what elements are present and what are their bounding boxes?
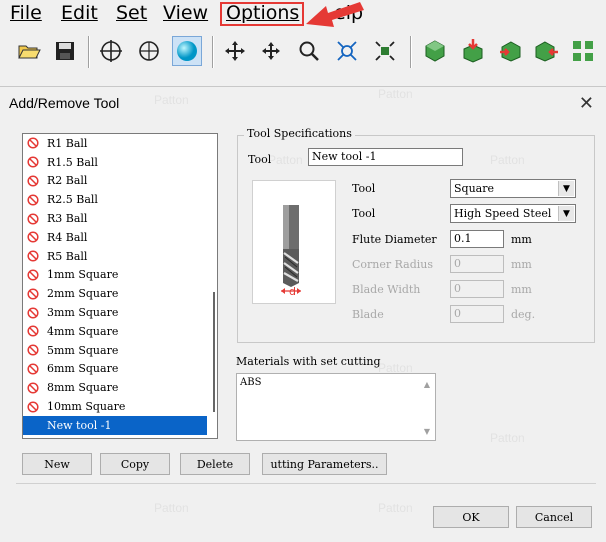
- flute-diameter-input[interactable]: 0.1: [450, 230, 504, 248]
- tool-list[interactable]: R1 Ball R1.5 Ball R2 Ball R2.5 Ball R3 Ball R…: [22, 133, 218, 439]
- list-item[interactable]: 1mm Square: [23, 266, 217, 285]
- cube-right-icon[interactable]: [496, 36, 526, 66]
- close-icon[interactable]: ✕: [579, 93, 594, 114]
- prohibited-icon: [27, 213, 39, 225]
- group-legend: Tool Specifications: [244, 127, 355, 140]
- corner-unit: mm: [511, 258, 532, 271]
- list-item[interactable]: 4mm Square: [23, 322, 217, 341]
- divider: [16, 483, 596, 484]
- list-item[interactable]: R5 Ball: [23, 247, 217, 266]
- materials-list[interactable]: ABS ▲ ▼: [236, 373, 436, 441]
- add-remove-tool-dialog: Add/Remove Tool ✕ Patton Patton Patton P…: [0, 86, 606, 542]
- prohibited-icon: [27, 344, 39, 356]
- list-item[interactable]: 6mm Square: [23, 360, 217, 379]
- ok-button[interactable]: OK: [433, 506, 509, 528]
- list-item[interactable]: 2mm Square: [23, 284, 217, 303]
- blade-width-unit: mm: [511, 283, 532, 296]
- list-item-selected[interactable]: New tool -1: [23, 415, 207, 435]
- tool-material-select[interactable]: High Speed Steel ▼: [450, 204, 576, 223]
- new-button[interactable]: New: [22, 453, 92, 475]
- materials-label: Materials with set cutting: [236, 355, 381, 368]
- blade-unit: deg.: [511, 308, 536, 321]
- blade-input: 0: [450, 305, 504, 323]
- prohibited-icon: [27, 137, 39, 149]
- menu-edit[interactable]: Edit: [61, 2, 98, 24]
- scroll-down-icon[interactable]: ▼: [424, 427, 430, 436]
- list-item[interactable]: R4 Ball: [23, 228, 217, 247]
- cube-left-icon[interactable]: [532, 36, 562, 66]
- list-item[interactable]: R2 Ball: [23, 172, 217, 191]
- diameter-label: d: [289, 285, 296, 298]
- toolbar: [0, 30, 606, 74]
- prohibited-icon: [27, 363, 39, 375]
- menu-file[interactable]: File: [10, 2, 42, 24]
- center-view-icon[interactable]: [370, 36, 400, 66]
- list-item[interactable]: 3mm Square: [23, 303, 217, 322]
- grid-cubes-icon[interactable]: [568, 36, 598, 66]
- tool-material-label: Tool: [352, 207, 376, 220]
- list-scrollbar[interactable]: [213, 292, 215, 412]
- target-icon[interactable]: [134, 36, 164, 66]
- zoom-icon[interactable]: [294, 36, 324, 66]
- prohibited-icon: [27, 156, 39, 168]
- menu-view[interactable]: View: [163, 2, 208, 24]
- prohibited-icon: [27, 175, 39, 187]
- pan-icon[interactable]: [256, 36, 286, 66]
- prohibited-icon: [27, 307, 39, 319]
- delete-button[interactable]: Delete: [180, 453, 250, 475]
- corner-radius-input: 0: [450, 255, 504, 273]
- corner-radius-label: Corner Radius: [352, 258, 434, 271]
- tool-name-label: Tool: [248, 153, 272, 166]
- tool-type-label: Tool: [352, 182, 376, 195]
- tool-diagram: d: [252, 180, 336, 304]
- scroll-up-icon[interactable]: ▲: [424, 380, 430, 389]
- options-highlight-box: [220, 2, 304, 26]
- menu-bar: File Edit Set View Options elp: [0, 0, 606, 28]
- list-item[interactable]: 8mm Square: [23, 378, 217, 397]
- move-view-icon[interactable]: [220, 36, 250, 66]
- prohibited-icon: [27, 400, 39, 413]
- list-item[interactable]: ABS: [240, 377, 432, 388]
- list-item[interactable]: 10mm Square: [23, 397, 217, 416]
- chevron-down-icon: ▼: [558, 206, 574, 221]
- chevron-down-icon: ▼: [558, 181, 574, 196]
- blade-label: Blade: [352, 308, 384, 321]
- blade-width-label: Blade Width: [352, 283, 421, 296]
- open-folder-icon[interactable]: [14, 36, 44, 66]
- cutting-parameters-button[interactable]: utting Parameters..: [262, 453, 387, 475]
- tool-name-input[interactable]: New tool -1: [308, 148, 463, 166]
- cancel-button[interactable]: Cancel: [516, 506, 592, 528]
- sphere-icon[interactable]: [172, 36, 202, 66]
- fit-view-icon[interactable]: [332, 36, 362, 66]
- prohibited-icon: [27, 288, 39, 300]
- list-item[interactable]: R1.5 Ball: [23, 153, 217, 172]
- crosshair-icon[interactable]: [96, 36, 126, 66]
- dialog-title: Add/Remove Tool: [9, 95, 120, 111]
- blade-width-input: 0: [450, 280, 504, 298]
- list-item[interactable]: R3 Ball: [23, 209, 217, 228]
- prohibited-icon: [27, 250, 39, 262]
- list-item[interactable]: 5mm Square: [23, 341, 217, 360]
- prohibited-icon: [27, 269, 39, 281]
- prohibited-icon: [27, 231, 39, 243]
- save-icon[interactable]: [50, 36, 80, 66]
- prohibited-icon: [27, 382, 39, 394]
- list-item[interactable]: R2.5 Ball: [23, 190, 217, 209]
- copy-button[interactable]: Copy: [100, 453, 170, 475]
- prohibited-icon: [27, 194, 39, 206]
- flute-diameter-label: Flute Diameter: [352, 233, 437, 246]
- red-arrow-icon: [306, 2, 364, 27]
- green-cube-icon[interactable]: [420, 36, 450, 66]
- flute-unit: mm: [511, 233, 532, 246]
- menu-set[interactable]: Set: [116, 2, 147, 24]
- cube-down-icon[interactable]: [458, 36, 488, 66]
- tool-type-select[interactable]: Square ▼: [450, 179, 576, 198]
- prohibited-icon: [27, 325, 39, 337]
- list-item[interactable]: R1 Ball: [23, 134, 217, 153]
